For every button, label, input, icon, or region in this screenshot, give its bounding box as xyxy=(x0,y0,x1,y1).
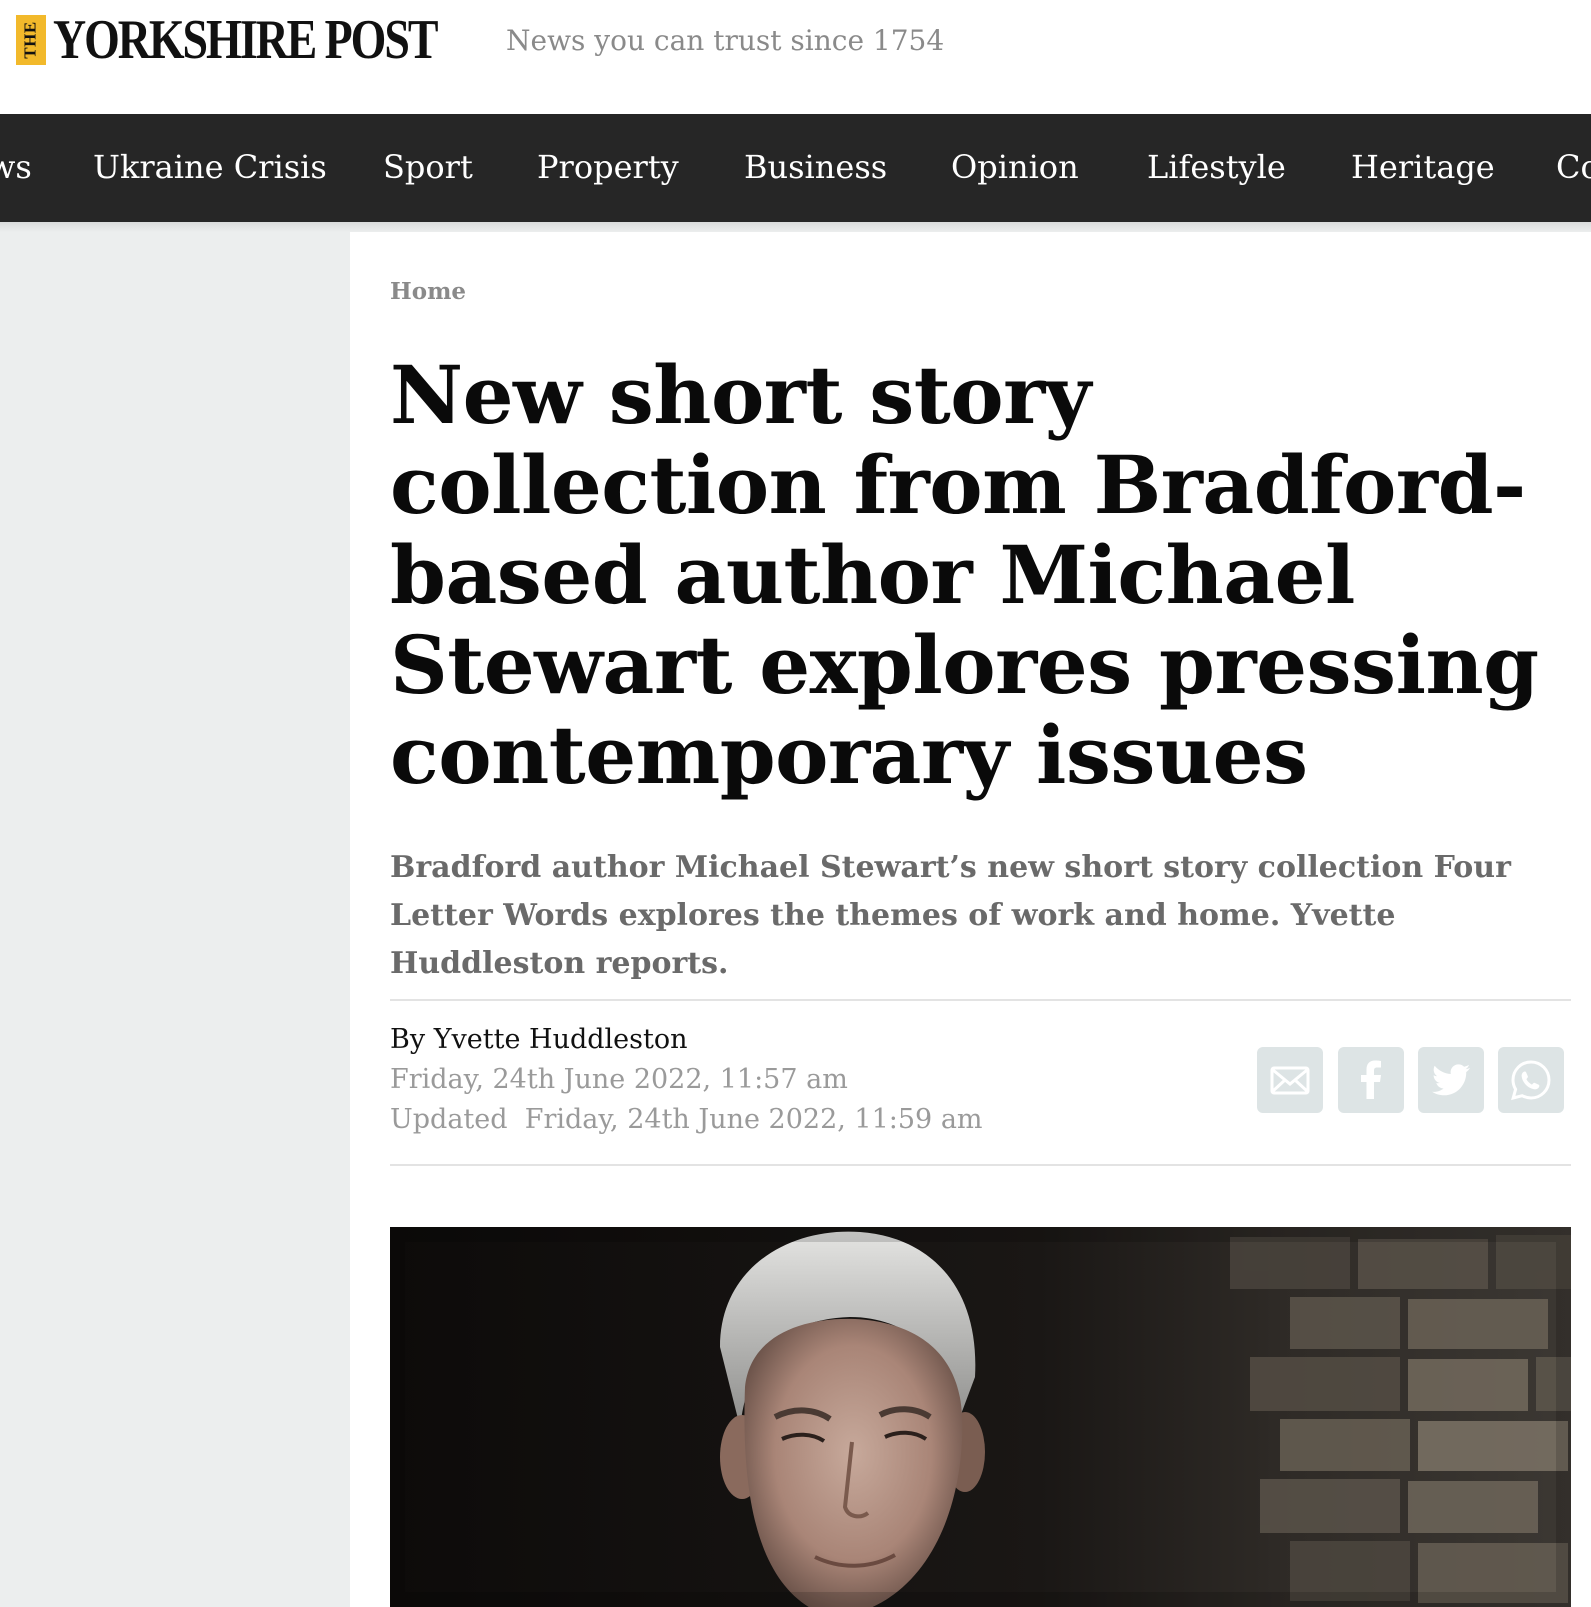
article-standfirst: Bradford author Michael Stewart’s new sh… xyxy=(390,850,1511,981)
site-logo[interactable]: THE YORKSHIRE POST xyxy=(16,9,521,71)
nav-item-business[interactable]: Business xyxy=(744,148,887,186)
byline: By Yvette Huddleston xyxy=(390,1024,688,1055)
share-email-button[interactable] xyxy=(1257,1047,1323,1113)
whatsapp-icon xyxy=(1511,1060,1551,1101)
breadcrumb-home[interactable]: Home xyxy=(390,278,466,305)
nav-item-sport[interactable]: Sport xyxy=(383,148,473,186)
divider-bottom xyxy=(390,1164,1571,1166)
share-twitter-button[interactable] xyxy=(1418,1047,1484,1113)
facebook-icon xyxy=(1361,1060,1381,1099)
updated-label: Updated xyxy=(390,1104,508,1135)
published-date: Friday, 24th June 2022, 11:57 am xyxy=(390,1064,848,1095)
hero-image xyxy=(390,1227,1571,1607)
logo-the-text: THE xyxy=(21,21,40,59)
byline-prefix: By xyxy=(390,1024,426,1055)
logo-name: YORKSHIRE POST xyxy=(53,9,438,71)
nav-shadow xyxy=(0,222,1591,232)
main-nav: ws Ukraine Crisis Sport Property Busines… xyxy=(0,114,1591,222)
share-facebook-button[interactable] xyxy=(1338,1047,1404,1113)
email-icon xyxy=(1270,1066,1310,1095)
author-link[interactable]: Yvette Huddleston xyxy=(434,1024,688,1055)
updated-date: Friday, 24th June 2022, 11:59 am xyxy=(524,1104,983,1135)
share-whatsapp-button[interactable] xyxy=(1498,1047,1564,1113)
author-portrait-image xyxy=(390,1227,1571,1607)
nav-item-heritage[interactable]: Heritage xyxy=(1351,148,1495,186)
article-content: Home New short story collection from Bra… xyxy=(350,232,1591,1607)
nav-item-ukraine-crisis[interactable]: Ukraine Crisis xyxy=(93,148,327,186)
site-tagline: News you can trust since 1754 xyxy=(506,24,945,57)
nav-item-news[interactable]: ws xyxy=(0,148,32,186)
nav-item-lifestyle[interactable]: Lifestyle xyxy=(1147,148,1286,186)
nav-item-opinion[interactable]: Opinion xyxy=(951,148,1079,186)
updated-line: Updated Friday, 24th June 2022, 11:59 am xyxy=(390,1104,983,1135)
logo-the-badge: THE xyxy=(16,15,46,65)
masthead: THE YORKSHIRE POST News you can trust si… xyxy=(0,0,1591,114)
twitter-icon xyxy=(1432,1064,1470,1096)
article-headline: New short story collection from Bradford… xyxy=(390,348,1539,802)
divider-top xyxy=(390,999,1571,1001)
nav-item-property[interactable]: Property xyxy=(537,148,679,186)
left-rail xyxy=(0,232,350,1607)
nav-item-culture[interactable]: Co xyxy=(1556,148,1591,186)
